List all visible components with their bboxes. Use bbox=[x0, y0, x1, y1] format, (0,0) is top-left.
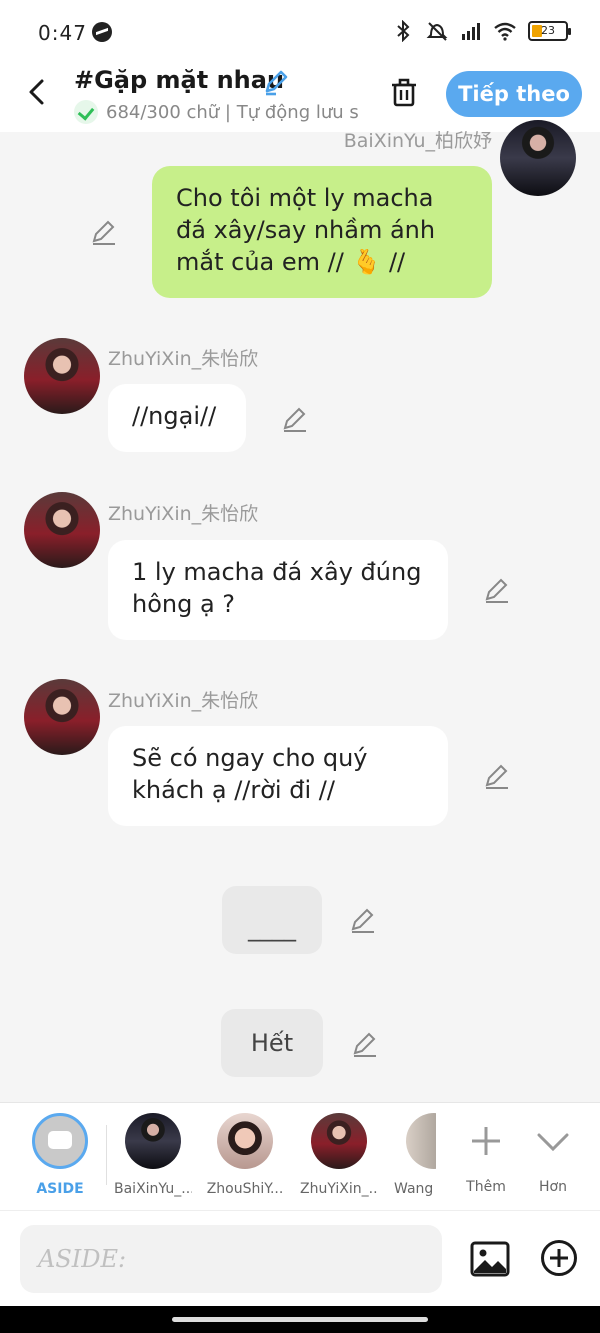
character-zhuyixin[interactable]: ZhuYiXin_... bbox=[300, 1113, 378, 1197]
status-time: 0:47 bbox=[38, 21, 87, 45]
wifi-icon bbox=[494, 22, 516, 41]
character-wang[interactable]: Wang bbox=[392, 1113, 436, 1197]
plus-icon bbox=[472, 1127, 500, 1155]
chevron-down-icon bbox=[537, 1133, 569, 1152]
edit-pencil-icon[interactable] bbox=[351, 1030, 379, 1058]
signal-icon bbox=[462, 23, 480, 40]
avatar[interactable] bbox=[24, 679, 100, 755]
avatar bbox=[406, 1113, 436, 1169]
avatar bbox=[311, 1113, 367, 1169]
divider bbox=[106, 1125, 107, 1185]
mute-icon bbox=[426, 22, 448, 41]
battery-icon: 23 bbox=[528, 21, 571, 41]
aside-bubble[interactable]: Hết bbox=[221, 1009, 323, 1077]
avatar[interactable] bbox=[24, 492, 100, 568]
home-indicator[interactable] bbox=[172, 1317, 428, 1322]
next-button[interactable]: Tiếp theo bbox=[446, 71, 582, 117]
page-title: #Gặp mặt nhau bbox=[74, 66, 285, 94]
battery-level: 23 bbox=[541, 24, 555, 37]
avatar bbox=[217, 1113, 273, 1169]
avatar bbox=[125, 1113, 181, 1169]
header: #Gặp mặt nhau 684/300 chữ | Tự động lưu … bbox=[0, 62, 600, 132]
aside-bubble[interactable]: ____ bbox=[222, 886, 322, 954]
avatar[interactable] bbox=[24, 338, 100, 414]
save-status: 684/300 chữ | Tự động lưu s bbox=[74, 100, 364, 124]
system-nav-bar bbox=[0, 1306, 600, 1333]
image-icon[interactable] bbox=[470, 1239, 510, 1279]
trash-icon[interactable] bbox=[388, 76, 420, 108]
messenger-icon bbox=[92, 22, 112, 42]
sender-name: ZhuYiXin_朱怡欣 bbox=[108, 503, 259, 525]
avatar[interactable] bbox=[500, 120, 576, 196]
more-button[interactable]: Hơn bbox=[514, 1113, 592, 1195]
sender-name: ZhuYiXin_朱怡欣 bbox=[108, 348, 259, 370]
bluetooth-icon bbox=[397, 20, 410, 42]
aside-icon bbox=[32, 1113, 88, 1169]
character-label: Wang bbox=[394, 1181, 434, 1197]
edit-pencil-icon[interactable] bbox=[483, 762, 511, 790]
word-count: 684/300 chữ | Tự động lưu s bbox=[106, 101, 359, 123]
sender-name: BaiXinYu_柏欣妤 bbox=[343, 130, 492, 152]
plus-circle-icon[interactable] bbox=[540, 1239, 578, 1277]
sender-name: ZhuYiXin_朱怡欣 bbox=[108, 690, 259, 712]
edit-pencil-icon[interactable] bbox=[281, 405, 309, 433]
edit-pencil-icon[interactable] bbox=[483, 576, 511, 604]
character-label: ZhuYiXin_... bbox=[300, 1181, 378, 1197]
edit-title-pencil-icon[interactable] bbox=[262, 68, 290, 96]
check-icon bbox=[74, 100, 98, 124]
edit-pencil-icon[interactable] bbox=[349, 906, 377, 934]
character-label: ZhouShiY... bbox=[206, 1181, 284, 1197]
message-bubble[interactable]: Cho tôi một ly macha đá xây/say nhầm ánh… bbox=[152, 166, 492, 298]
message-bubble[interactable]: Sẽ có ngay cho quý khách ạ //rời đi // bbox=[108, 726, 448, 826]
character-selector: ASIDE BaiXinYu_... ZhouShiY... ZhuYiXin_… bbox=[0, 1102, 600, 1210]
message-bubble[interactable]: 1 ly macha đá xây đúng hông ạ ? bbox=[108, 540, 448, 640]
back-arrow-icon[interactable] bbox=[24, 78, 52, 106]
character-aside[interactable]: ASIDE bbox=[21, 1113, 99, 1197]
edit-pencil-icon[interactable] bbox=[90, 218, 118, 246]
character-label: ASIDE bbox=[36, 1181, 84, 1197]
character-zhoushiy[interactable]: ZhouShiY... bbox=[206, 1113, 284, 1197]
input-bar: ASIDE: bbox=[0, 1210, 600, 1306]
character-baixinyu[interactable]: BaiXinYu_... bbox=[114, 1113, 192, 1197]
status-bar: 0:47 23 bbox=[0, 0, 600, 62]
character-label: BaiXinYu_... bbox=[114, 1181, 192, 1197]
message-bubble[interactable]: //ngại// bbox=[108, 384, 246, 452]
message-input[interactable]: ASIDE: bbox=[20, 1225, 442, 1293]
status-icons: 23 bbox=[392, 20, 571, 42]
more-label: Hơn bbox=[539, 1179, 567, 1195]
